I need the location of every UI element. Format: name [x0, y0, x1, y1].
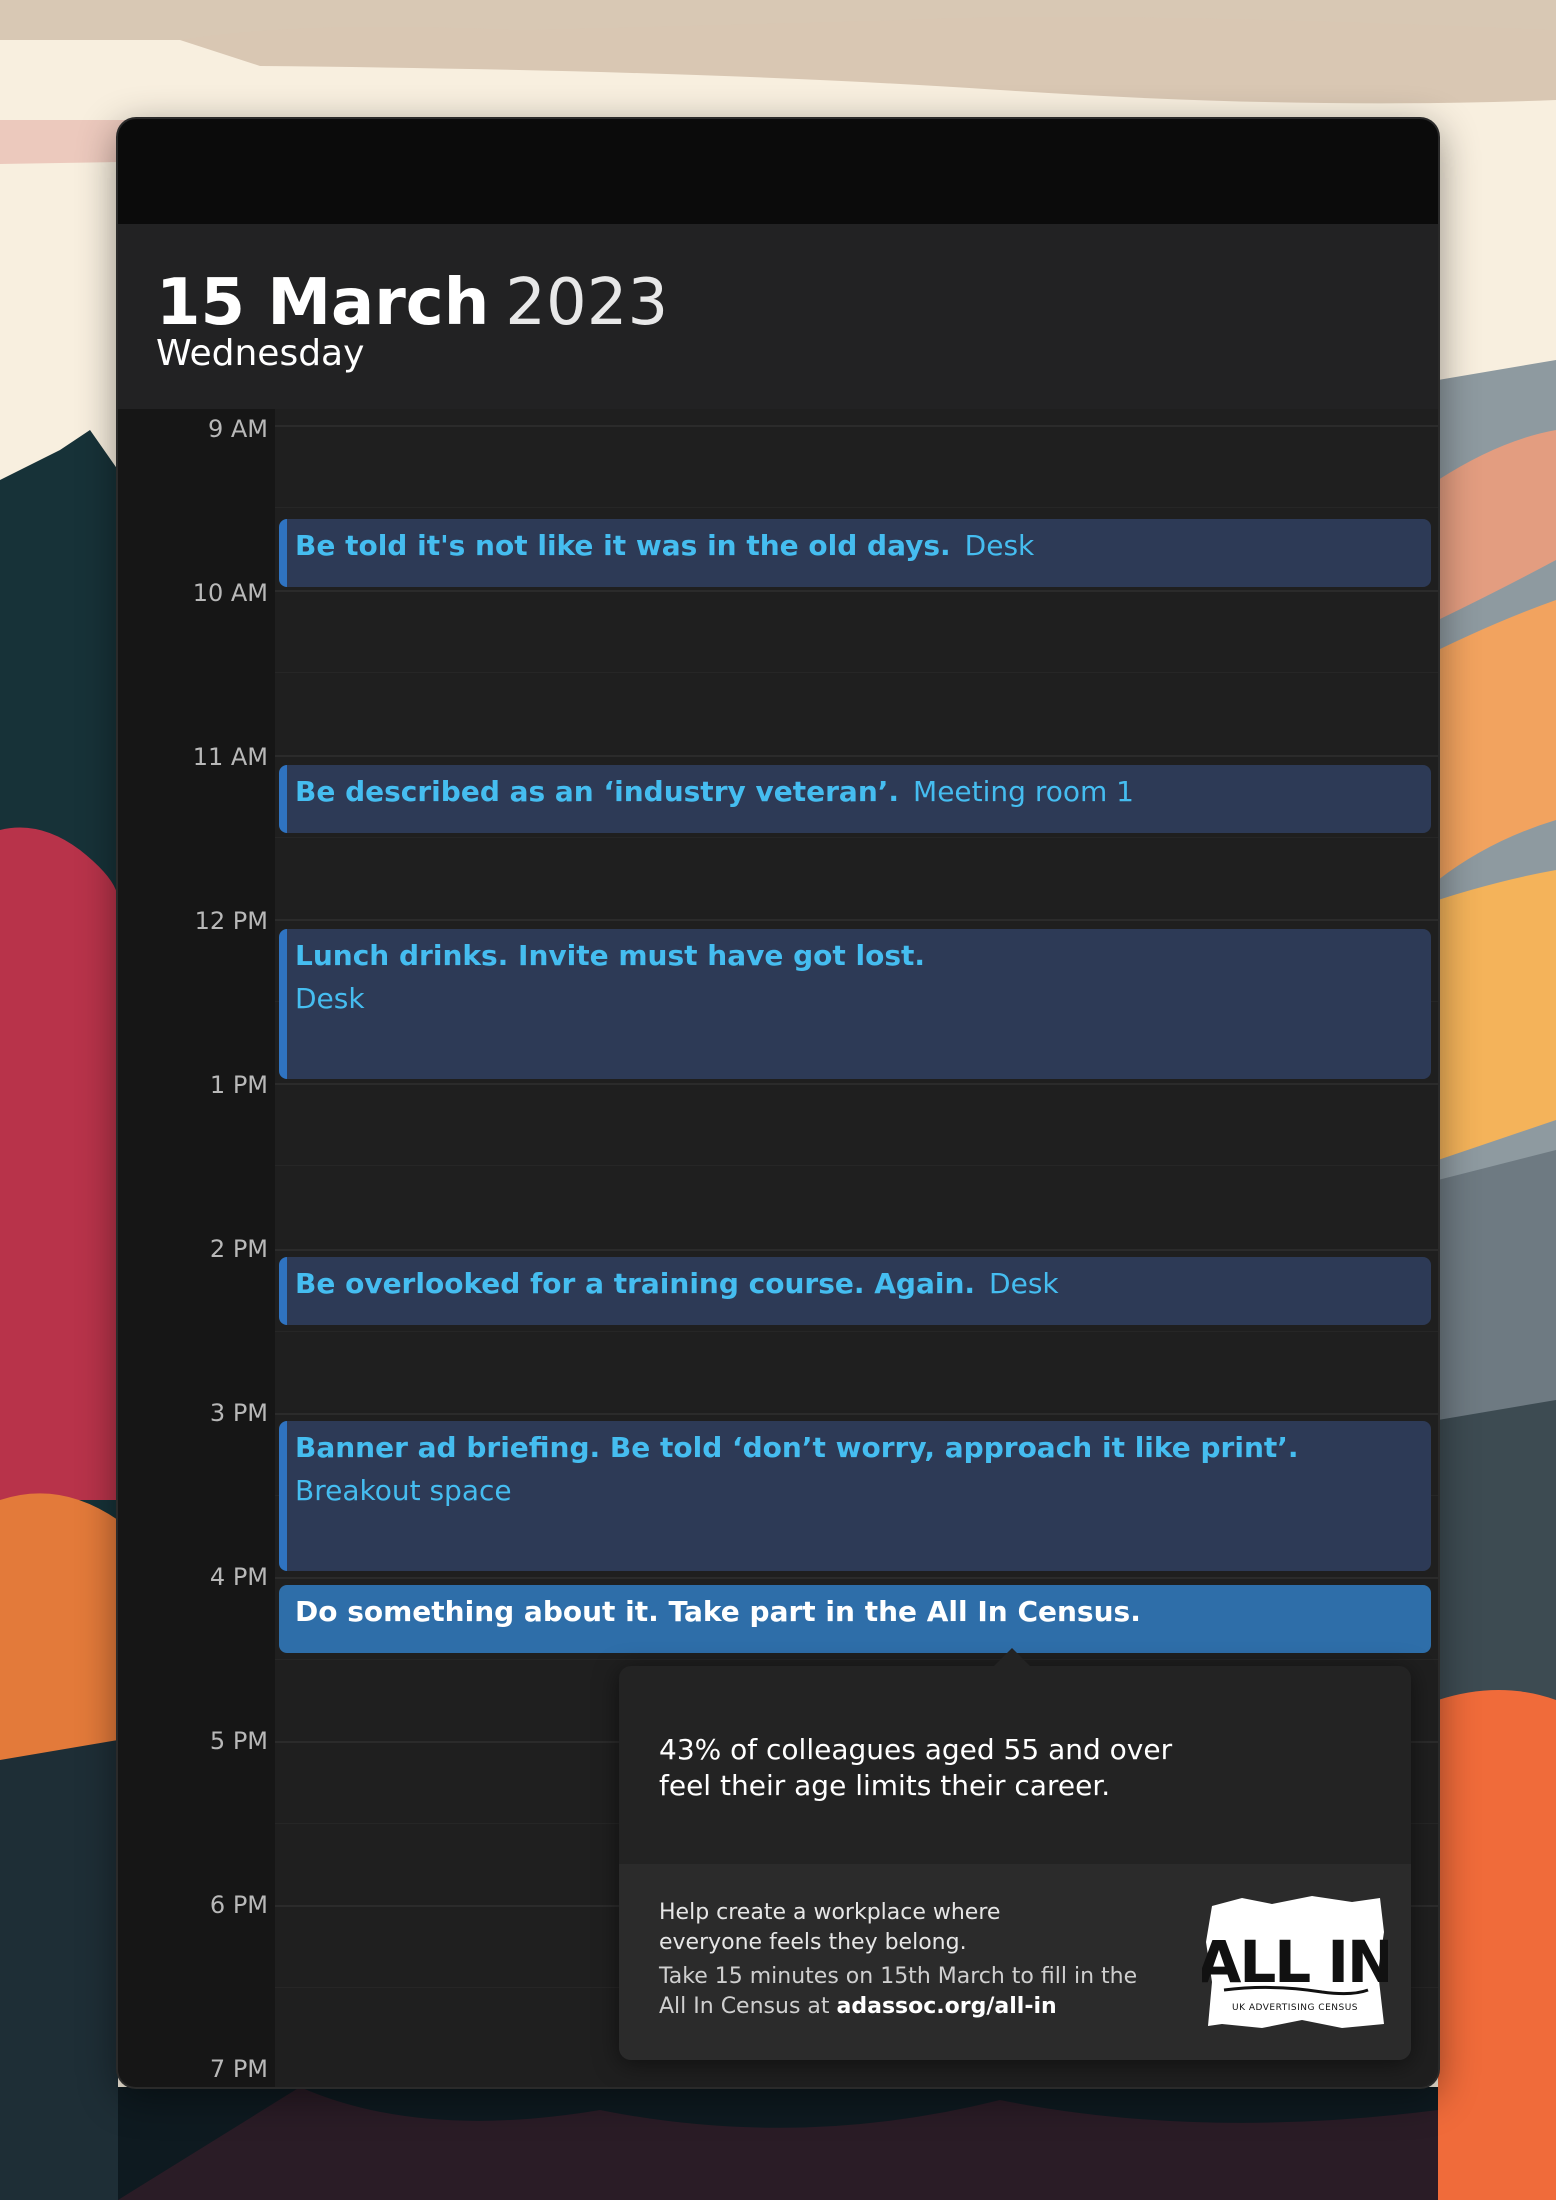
date-title: 15 March 2023 [156, 271, 668, 335]
event-title: Be told it's not like it was in the old … [295, 529, 951, 562]
event-old-days[interactable]: Be told it's not like it was in the old … [279, 519, 1431, 587]
time-label: 7 PM [209, 2055, 268, 2083]
calendar-window: 15 March 2023 Wednesday 9 AM 10 AM 11 AM … [118, 119, 1438, 2087]
event-title: Be described as an ‘industry veteran’. [295, 775, 900, 808]
event-title: Be overlooked for a training course. Aga… [295, 1267, 976, 1300]
popover-footer: Help create a workplace where everyone f… [619, 1864, 1411, 2060]
event-all-in-census[interactable]: Do something about it. Take part in the … [279, 1585, 1431, 1653]
logo-text: ALL IN [1202, 1928, 1388, 1996]
logo-subtitle: UK ADVERTISING CENSUS [1232, 2003, 1358, 2013]
census-link[interactable]: adassoc.org/all-in [837, 1994, 1057, 2019]
popover-line2: Take 15 minutes on 15th March to fill in… [659, 1962, 1149, 2022]
time-label: 12 PM [194, 907, 268, 935]
event-location: Meeting room 1 [913, 775, 1134, 808]
popover-stat-section: 43% of colleagues aged 55 and over feel … [619, 1666, 1411, 1864]
popover-stat: 43% of colleagues aged 55 and over feel … [659, 1733, 1173, 1802]
time-label: 1 PM [209, 1071, 268, 1099]
day-month: 15 March [156, 266, 490, 340]
time-label: 11 AM [192, 743, 268, 771]
event-location: Breakout space [295, 1474, 512, 1507]
time-label: 2 PM [209, 1235, 268, 1263]
event-title: Banner ad briefing. Be told ‘don’t worry… [295, 1431, 1299, 1464]
event-title: Do something about it. Take part in the … [295, 1595, 1141, 1628]
year: 2023 [505, 266, 669, 340]
window-titlebar [118, 119, 1438, 224]
time-label: 9 AM [207, 415, 268, 443]
time-label: 5 PM [209, 1727, 268, 1755]
event-location: Desk [989, 1267, 1059, 1300]
time-label: 6 PM [209, 1891, 268, 1919]
event-location: Desk [295, 982, 365, 1015]
weekday: Wednesday [156, 333, 365, 374]
event-title: Lunch drinks. Invite must have got lost. [295, 939, 926, 972]
event-lunch-drinks[interactable]: Lunch drinks. Invite must have got lost.… [279, 929, 1431, 1079]
time-label: 4 PM [209, 1563, 268, 1591]
popover-arrow [994, 1648, 1030, 1666]
time-label: 10 AM [192, 579, 268, 607]
all-in-logo: ALL IN UK ADVERTISING CENSUS [1202, 1896, 1388, 2028]
time-label: 3 PM [209, 1399, 268, 1427]
popover-line1: Help create a workplace where everyone f… [659, 1900, 1001, 1955]
event-location: Desk [964, 529, 1035, 562]
event-banner-briefing[interactable]: Banner ad briefing. Be told ‘don’t worry… [279, 1421, 1431, 1571]
event-training-course[interactable]: Be overlooked for a training course. Aga… [279, 1257, 1431, 1325]
event-popover: 43% of colleagues aged 55 and over feel … [619, 1648, 1411, 2060]
event-industry-veteran[interactable]: Be described as an ‘industry veteran’. Me… [279, 765, 1431, 833]
